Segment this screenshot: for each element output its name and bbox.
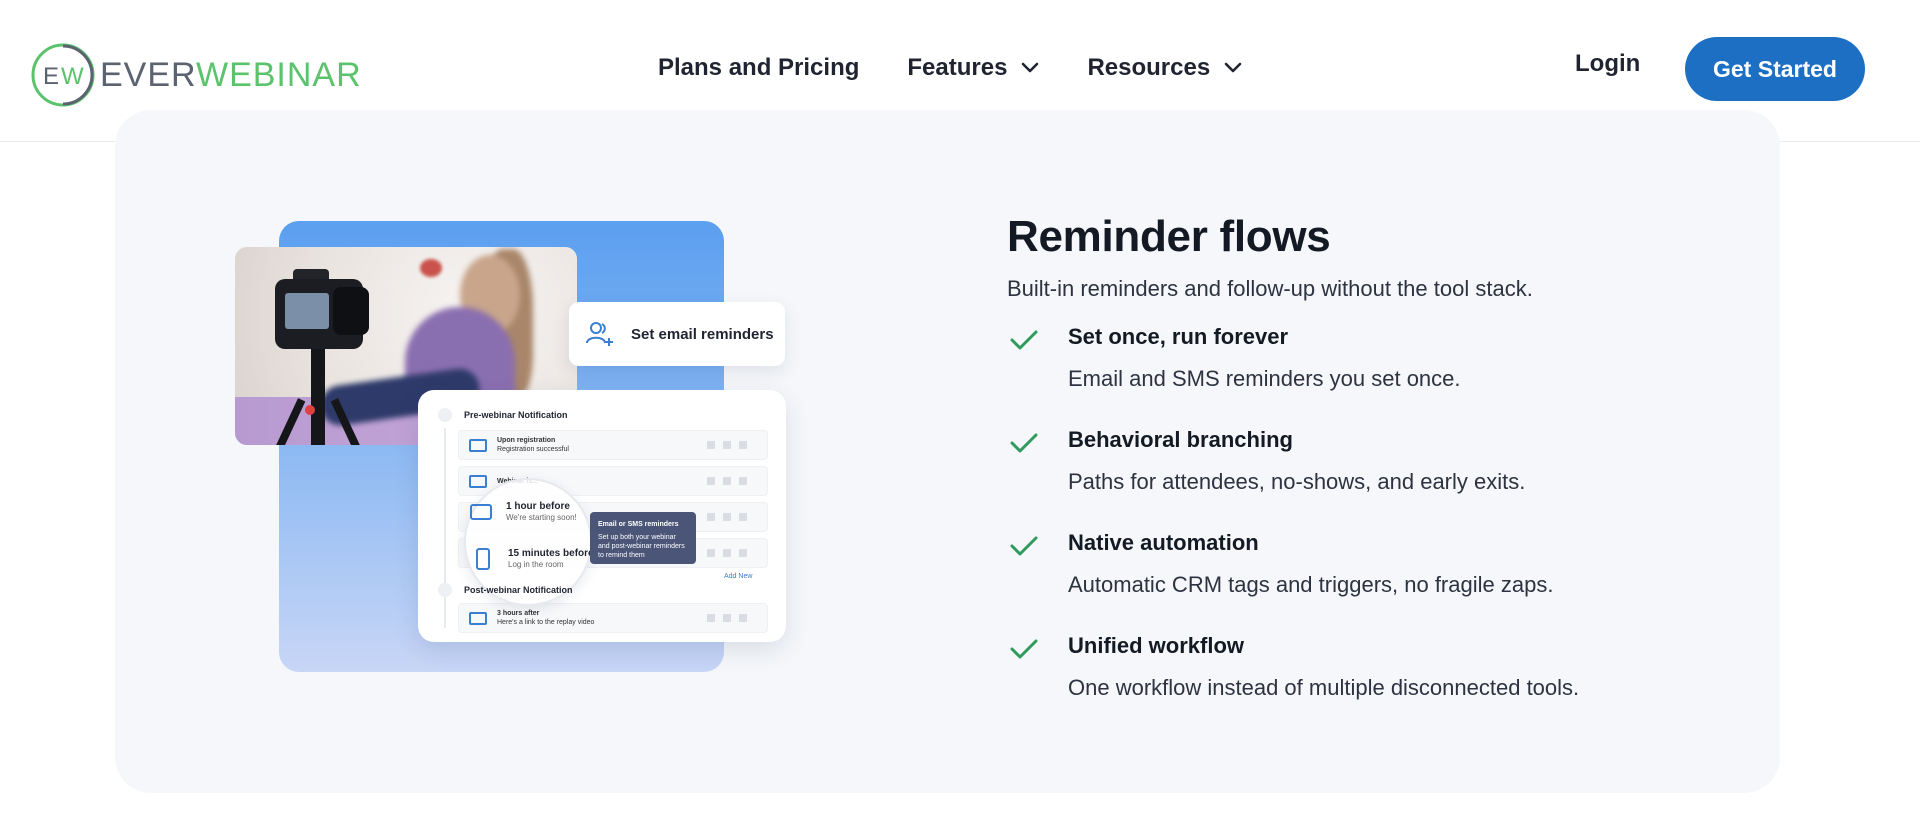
check-icon	[1010, 433, 1038, 453]
svg-text:W: W	[61, 63, 84, 90]
reminder-flows-content: Reminder flows Built-in reminders and fo…	[1007, 212, 1707, 734]
logo-wordmark: EVERWEBINAR	[100, 56, 362, 95]
check-icon	[1010, 536, 1038, 556]
feature-description: Automatic CRM tags and triggers, no frag…	[1068, 572, 1554, 597]
login-link[interactable]: Login	[1575, 50, 1640, 78]
check-icon	[1010, 639, 1038, 659]
nav-features-label: Features	[907, 54, 1008, 81]
section-subtitle: Built-in reminders and follow-up without…	[1007, 276, 1533, 301]
feature-description: Email and SMS reminders you set once.	[1068, 366, 1461, 391]
feature-list: Set once, run forever Email and SMS remi…	[1007, 322, 1707, 734]
logo-mark-icon: E W	[31, 43, 95, 107]
chevron-down-icon	[1022, 62, 1039, 73]
check-icon	[1010, 330, 1038, 350]
feature-title: Native automation	[1068, 530, 1259, 555]
logo-wordmark-ever: EVER	[100, 55, 196, 94]
feature-title: Behavioral branching	[1068, 427, 1293, 452]
nav-features[interactable]: Features	[907, 54, 1039, 82]
feature-title: Set once, run forever	[1068, 324, 1289, 349]
nav-plans-label: Plans and Pricing	[658, 54, 860, 81]
feature-item: Unified workflow One workflow instead of…	[1007, 631, 1707, 734]
nav-resources-label: Resources	[1087, 54, 1211, 81]
main-nav: Plans and Pricing Features Resources	[658, 48, 1242, 88]
feature-item: Set once, run forever Email and SMS remi…	[1007, 322, 1707, 425]
feature-title: Unified workflow	[1068, 633, 1244, 658]
get-started-button[interactable]: Get Started	[1685, 37, 1865, 101]
feature-description: One workflow instead of multiple disconn…	[1068, 675, 1580, 700]
feature-item: Behavioral branching Paths for attendees…	[1007, 425, 1707, 528]
chevron-down-icon	[1224, 62, 1242, 73]
nav-resources[interactable]: Resources	[1087, 54, 1242, 82]
nav-plans-and-pricing[interactable]: Plans and Pricing	[658, 54, 859, 82]
section-title: Reminder flows	[1007, 212, 1331, 261]
logo-wordmark-webinar: WEBINAR	[195, 55, 362, 94]
feature-description: Paths for attendees, no-shows, and early…	[1068, 469, 1526, 494]
feature-item: Native automation Automatic CRM tags and…	[1007, 528, 1707, 631]
everwebinar-logo[interactable]: E W EVERWEBINAR	[30, 42, 362, 108]
svg-text:E: E	[43, 63, 59, 90]
